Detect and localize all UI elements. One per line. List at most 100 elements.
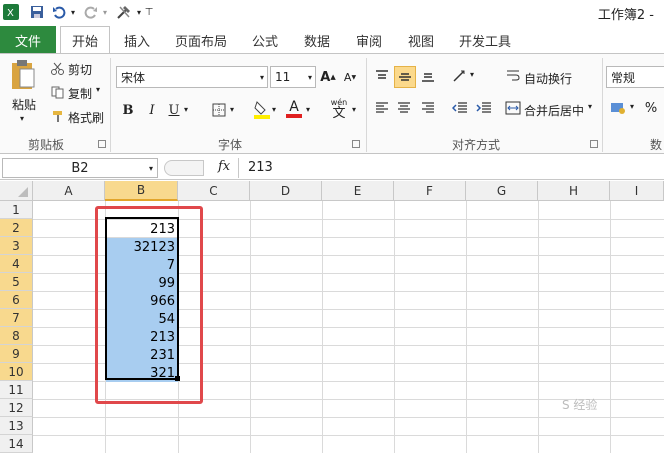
decrease-indent-icon[interactable] [450,98,470,118]
tab-page-layout[interactable]: 页面布局 [168,26,234,54]
tab-review[interactable]: 审阅 [348,26,390,54]
merge-center-icon[interactable] [504,98,522,118]
fill-color-icon[interactable] [252,98,272,120]
shrink-font-icon[interactable]: A ▼ [340,68,360,86]
redo-icon[interactable] [82,3,100,21]
undo-icon[interactable] [50,3,68,21]
row-header-12[interactable]: 12 [0,399,33,417]
row-header-2[interactable]: 2 [0,219,33,237]
font-color-dropdown-icon[interactable]: ▾ [306,105,310,114]
align-left-icon[interactable] [372,98,392,118]
italic-button[interactable]: I [144,101,160,119]
name-box-dropdown-icon[interactable]: ▾ [149,164,153,173]
row-header-3[interactable]: 3 [0,237,33,255]
align-bottom-icon[interactable] [418,66,438,86]
column-header-a[interactable]: A [33,181,105,201]
select-all-button[interactable] [0,181,33,201]
accounting-dropdown-icon[interactable]: ▾ [630,102,634,111]
font-launcher-icon[interactable] [352,140,360,148]
underline-dropdown-icon[interactable]: ▾ [184,105,188,114]
cut-label[interactable]: 剪切 [68,61,92,78]
column-header-h[interactable]: H [538,181,610,201]
row-header-5[interactable]: 5 [0,273,33,291]
row-header-9[interactable]: 9 [0,345,33,363]
tools-icon[interactable] [114,3,134,21]
tab-insert[interactable]: 插入 [114,26,160,54]
row-header-7[interactable]: 7 [0,309,33,327]
window-title: 工作簿2 - [597,8,654,23]
paste-label[interactable]: 粘贴 [12,96,36,113]
svg-text:X: X [7,8,14,19]
row-header-11[interactable]: 11 [0,381,33,399]
copy-label[interactable]: 复制 [68,85,92,102]
column-header-c[interactable]: C [178,181,250,201]
align-center-icon[interactable] [394,98,414,118]
formula-input[interactable]: 213 [248,160,273,175]
redo-dropdown-icon[interactable]: ▾ [100,3,110,21]
align-top-icon[interactable] [372,66,392,86]
formula-bar-expander[interactable] [164,160,204,176]
format-painter-label[interactable]: 格式刷 [68,109,104,126]
merge-center-label[interactable]: 合并后居中 [524,102,584,119]
paste-dropdown-icon[interactable]: ▾ [20,114,24,123]
align-right-icon[interactable] [418,98,438,118]
increase-indent-icon[interactable] [474,98,494,118]
phonetic-dropdown-icon[interactable]: ▾ [352,105,356,114]
font-color-icon[interactable]: A [284,97,304,121]
wrap-text-icon[interactable] [504,66,522,86]
save-icon[interactable] [28,3,46,21]
cut-icon[interactable] [50,61,64,75]
borders-icon[interactable] [210,101,228,119]
column-header-i[interactable]: I [610,181,664,201]
undo-dropdown-icon[interactable]: ▾ [68,3,78,21]
borders-dropdown-icon[interactable]: ▾ [230,105,234,114]
alignment-launcher-icon[interactable] [590,140,598,148]
tab-data[interactable]: 数据 [296,26,338,54]
orientation-icon[interactable] [450,66,470,86]
tab-home[interactable]: 开始 [60,26,110,54]
orientation-dropdown-icon[interactable]: ▾ [470,70,474,79]
accounting-format-icon[interactable] [608,98,628,118]
row-header-10[interactable]: 10 [0,363,33,381]
column-header-e[interactable]: E [322,181,394,201]
fill-color-dropdown-icon[interactable]: ▾ [272,105,276,114]
row-header-13[interactable]: 13 [0,417,33,435]
tab-file[interactable]: 文件 [0,26,56,54]
font-name-value: 宋体 [121,70,146,85]
merge-center-dropdown-icon[interactable]: ▾ [588,102,592,111]
copy-icon[interactable] [50,85,64,99]
row-header-1[interactable]: 1 [0,201,33,219]
paste-icon[interactable] [8,58,38,92]
column-header-b[interactable]: B [105,181,178,201]
insert-function-icon[interactable]: fx [218,159,230,174]
tab-view[interactable]: 视图 [400,26,442,54]
tab-formulas[interactable]: 公式 [244,26,286,54]
customize-qat-icon[interactable]: ⊤ [144,3,154,21]
percent-style-button[interactable]: % [642,98,660,118]
grow-font-icon[interactable]: A ▲ [318,68,338,86]
font-name-dropdown-icon[interactable]: ▾ [260,73,264,82]
font-size-dropdown-icon[interactable]: ▾ [308,73,312,82]
font-size-select[interactable]: 11 ▾ [270,66,316,88]
phonetic-guide-icon[interactable]: wén 文 [326,97,352,121]
copy-dropdown-icon[interactable]: ▾ [96,85,100,94]
clipboard-launcher-icon[interactable] [98,140,106,148]
tab-developer[interactable]: 开发工具 [452,26,518,54]
row-header-14[interactable]: 14 [0,435,33,453]
number-format-select[interactable]: 常规 [606,66,664,88]
align-middle-icon[interactable] [394,66,416,88]
bold-button[interactable]: B [120,101,136,119]
row-header-6[interactable]: 6 [0,291,33,309]
font-name-select[interactable]: 宋体 ▾ [116,66,268,88]
tools-dropdown-icon[interactable]: ▾ [134,3,144,21]
underline-button[interactable]: U [166,101,182,119]
wrap-text-label[interactable]: 自动换行 [524,70,572,87]
row-header-8[interactable]: 8 [0,327,33,345]
column-header-f[interactable]: F [394,181,466,201]
row-header-4[interactable]: 4 [0,255,33,273]
column-header-d[interactable]: D [250,181,322,201]
name-box[interactable]: B2 ▾ [2,158,158,178]
format-painter-icon[interactable] [50,109,64,123]
group-separator [366,58,367,152]
column-header-g[interactable]: G [466,181,538,201]
